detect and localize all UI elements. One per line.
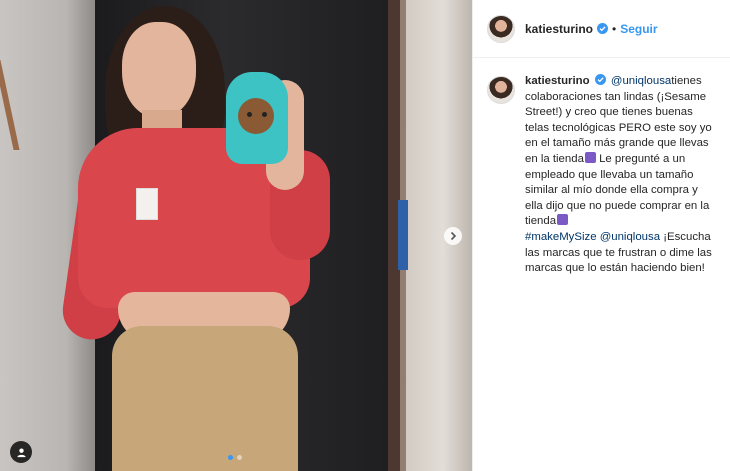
post-sidebar: katiesturino • Seguir katiesturino @uniq… [472, 0, 730, 471]
avatar[interactable] [487, 76, 515, 104]
next-image-button[interactable] [444, 227, 462, 245]
mention-link[interactable]: @uniqlousa [600, 231, 660, 243]
caption-username[interactable]: katiesturino [525, 75, 590, 87]
avatar[interactable] [487, 14, 515, 43]
caption: katiesturino @uniqlousatienes colaboraci… [473, 58, 730, 277]
emoji-icon [584, 151, 596, 163]
verified-badge-icon [594, 74, 606, 85]
caption-text-part: tienes colaboraciones tan lindas (¡Sesam… [525, 75, 712, 165]
price-tag [136, 188, 158, 220]
mention-link[interactable]: @uniqlousa [611, 75, 671, 87]
instagram-post: katiesturino • Seguir katiesturino @uniq… [0, 0, 730, 471]
person-face [122, 22, 196, 118]
user-icon [16, 447, 26, 457]
carousel-indicator [228, 455, 242, 460]
carousel-dot [237, 455, 242, 460]
tagged-users-button[interactable] [10, 441, 32, 463]
post-header: katiesturino • Seguir [473, 0, 730, 58]
hashtag-link[interactable]: #makeMySize [525, 231, 597, 243]
bear-sticker [238, 98, 274, 134]
header-username[interactable]: katiesturino [525, 22, 593, 36]
post-photo[interactable] [0, 0, 472, 471]
khaki-pants [112, 326, 298, 471]
emoji-icon [557, 214, 569, 226]
bear-eye [262, 112, 267, 117]
verified-badge-icon [597, 23, 609, 34]
bear-eye [247, 112, 252, 117]
carousel-dot-active [228, 455, 233, 460]
chevron-right-icon [450, 231, 457, 241]
header-separator: • [612, 21, 617, 36]
background-detail [398, 200, 408, 270]
follow-button[interactable]: Seguir [620, 22, 657, 36]
caption-text: katiesturino @uniqlousatienes colaboraci… [525, 74, 715, 277]
